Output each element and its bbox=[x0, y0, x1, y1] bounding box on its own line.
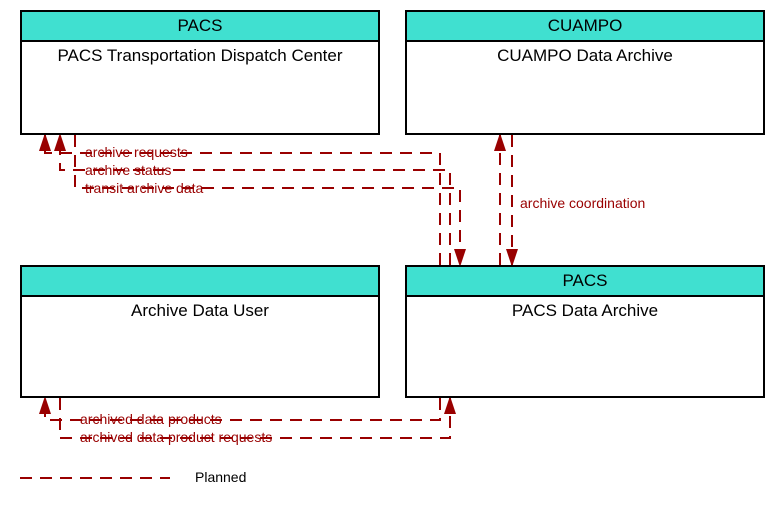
legend-planned-label: Planned bbox=[195, 469, 246, 485]
flow-label-archive-coordination: archive coordination bbox=[520, 195, 645, 211]
flow-label-archived-data-product-requests: archived data product requests bbox=[80, 429, 272, 445]
node-header: PACS bbox=[22, 12, 378, 42]
node-title: CUAMPO Data Archive bbox=[407, 42, 763, 70]
flow-label-archive-status: archive status bbox=[85, 162, 171, 178]
node-pacs-data-archive: PACS PACS Data Archive bbox=[405, 265, 765, 398]
node-archive-data-user: Archive Data User bbox=[20, 265, 380, 398]
node-title: Archive Data User bbox=[22, 297, 378, 325]
flow-label-archived-data-products: archived data products bbox=[80, 411, 222, 427]
node-title: PACS Transportation Dispatch Center bbox=[22, 42, 378, 70]
flow-label-archive-requests: archive requests bbox=[85, 144, 188, 160]
node-header bbox=[22, 267, 378, 297]
node-title: PACS Data Archive bbox=[407, 297, 763, 325]
node-header: PACS bbox=[407, 267, 763, 297]
node-header: CUAMPO bbox=[407, 12, 763, 42]
node-pacs-dispatch: PACS PACS Transportation Dispatch Center bbox=[20, 10, 380, 135]
node-cuampo-archive: CUAMPO CUAMPO Data Archive bbox=[405, 10, 765, 135]
flow-label-transit-archive-data: transit archive data bbox=[85, 180, 203, 196]
